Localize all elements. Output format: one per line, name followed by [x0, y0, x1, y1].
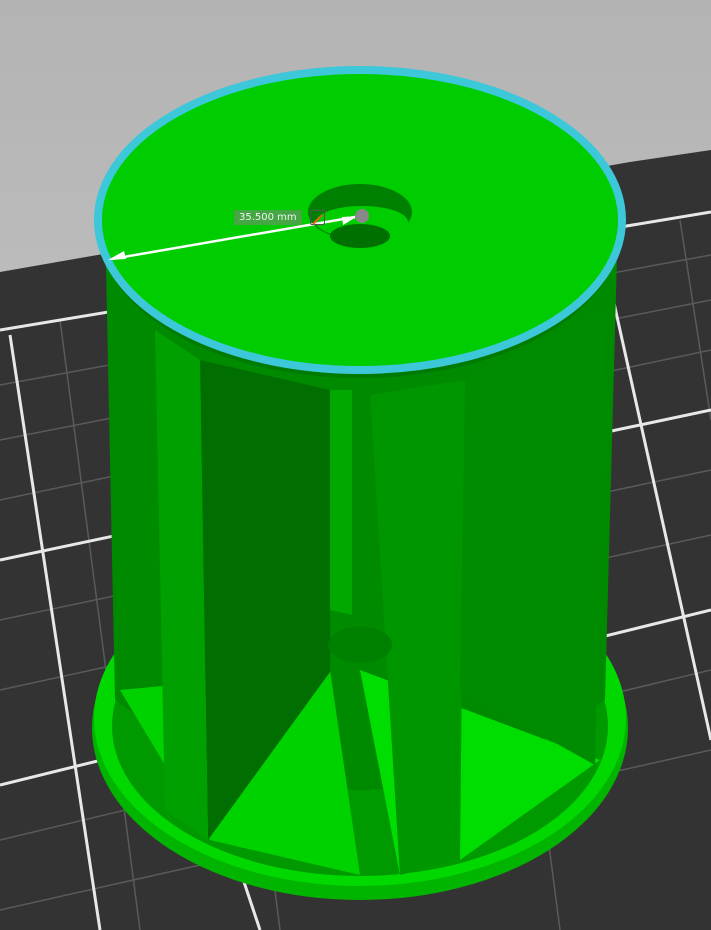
- 3d-viewport[interactable]: 35.500 mm: [0, 0, 711, 930]
- scene[interactable]: [0, 0, 711, 930]
- measurement-label: 35.500 mm: [234, 210, 302, 225]
- model-cylinder[interactable]: [92, 66, 628, 900]
- pencil-icon[interactable]: [310, 210, 325, 225]
- measure-point: [355, 209, 369, 223]
